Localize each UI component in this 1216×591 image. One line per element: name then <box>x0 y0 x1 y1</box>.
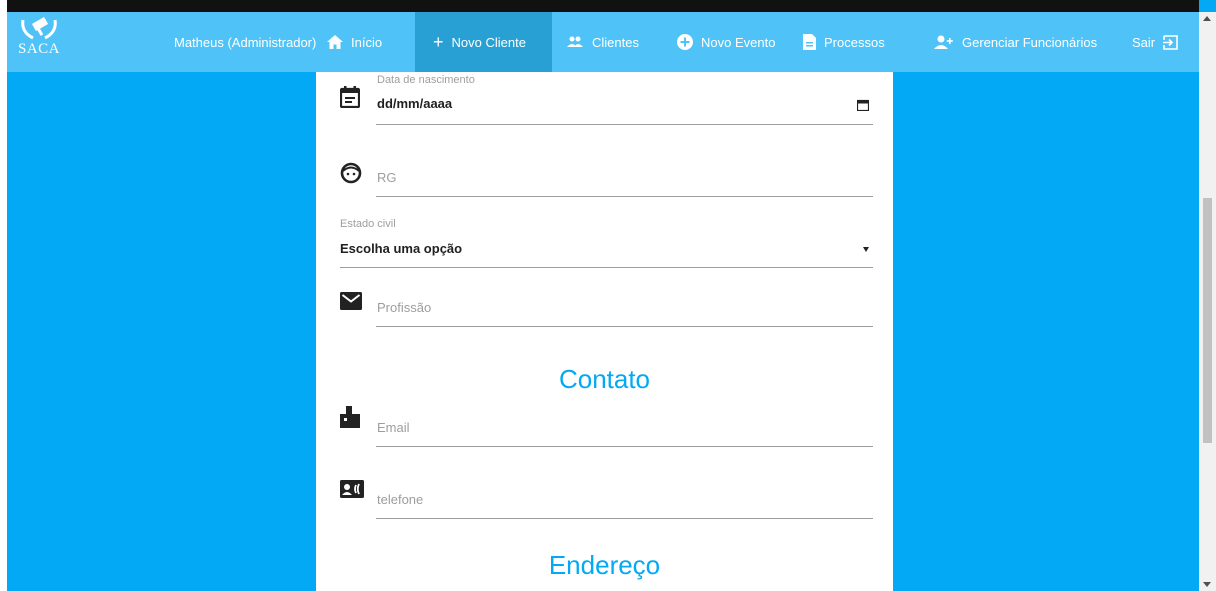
marital-status-label: Estado civil <box>340 218 396 230</box>
face-icon <box>340 162 362 189</box>
plus-icon: + <box>433 31 444 52</box>
scrollbar-thumb[interactable] <box>1203 198 1212 443</box>
address-section-title: Endereço <box>548 550 661 580</box>
marital-status-value: Escolha uma opção <box>340 241 463 256</box>
chevron-down-icon <box>863 247 869 252</box>
nav-novo-cliente-label: Novo Cliente <box>451 34 526 50</box>
nav-user[interactable]: Matheus (Administrador) <box>174 12 316 72</box>
calendar-picker-icon[interactable] <box>856 98 870 116</box>
contact-section-title: Contato <box>558 364 651 394</box>
logo-text: SACA <box>17 41 60 57</box>
document-icon <box>803 34 816 50</box>
nav-sair-label: Sair <box>1132 34 1156 50</box>
nav-inicio[interactable]: Início <box>327 12 382 72</box>
nav-user-label: Matheus (Administrador) <box>174 34 317 50</box>
nav-processos[interactable]: Processos <box>803 12 885 72</box>
logout-icon <box>1163 34 1178 50</box>
phone-input[interactable]: telefone <box>376 482 873 519</box>
email-input[interactable]: Email <box>376 410 873 447</box>
nav-gerenciar-label: Gerenciar Funcionários <box>962 34 1098 50</box>
add-circle-icon <box>677 34 693 50</box>
mail-icon <box>340 292 362 315</box>
nav-novo-evento-label: Novo Evento <box>701 34 776 50</box>
nav-novo-evento[interactable]: Novo Evento <box>677 12 775 72</box>
window-edge <box>0 0 7 591</box>
birthdate-value: dd/mm/aaaa <box>377 96 453 111</box>
nav-processos-label: Processos <box>824 34 885 50</box>
birthdate-label: Data de nascimento <box>377 74 475 86</box>
nav-clientes-label: Clientes <box>592 34 639 50</box>
vertical-scrollbar[interactable] <box>1199 12 1216 591</box>
nav-sair[interactable]: Sair <box>1132 12 1186 72</box>
nav-clientes[interactable]: Clientes <box>566 12 639 72</box>
birthdate-input[interactable]: dd/mm/aaaa <box>376 90 873 125</box>
scroll-up-arrow-icon[interactable] <box>1203 16 1211 21</box>
scroll-down-arrow-icon[interactable] <box>1203 582 1211 587</box>
mailbox-icon <box>340 406 360 433</box>
email-placeholder: Email <box>377 420 410 435</box>
rg-placeholder: RG <box>377 170 397 185</box>
client-form-card: Data de nascimento dd/mm/aaaa RG Estado … <box>316 72 893 591</box>
top-border <box>7 0 1199 12</box>
nav-novo-cliente[interactable]: + Novo Cliente <box>415 12 552 72</box>
logo[interactable]: SACA <box>11 14 67 70</box>
nav-inicio-label: Início <box>351 34 383 50</box>
contact-card-icon <box>340 480 364 503</box>
add-person-icon <box>934 35 954 49</box>
home-icon <box>327 35 343 49</box>
profession-input[interactable]: Profissão <box>376 290 873 327</box>
people-icon <box>566 36 584 48</box>
rg-input[interactable]: RG <box>376 160 873 197</box>
nav-gerenciar-funcionarios[interactable]: Gerenciar Funcionários <box>934 12 1097 72</box>
gavel-logo-icon <box>21 17 57 40</box>
calendar-icon <box>339 86 361 113</box>
top-navbar: SACA Matheus (Administrador) Início + No… <box>7 12 1199 72</box>
profession-placeholder: Profissão <box>377 300 432 315</box>
marital-status-select[interactable]: Escolha uma opção <box>340 232 873 268</box>
phone-placeholder: telefone <box>377 492 424 507</box>
